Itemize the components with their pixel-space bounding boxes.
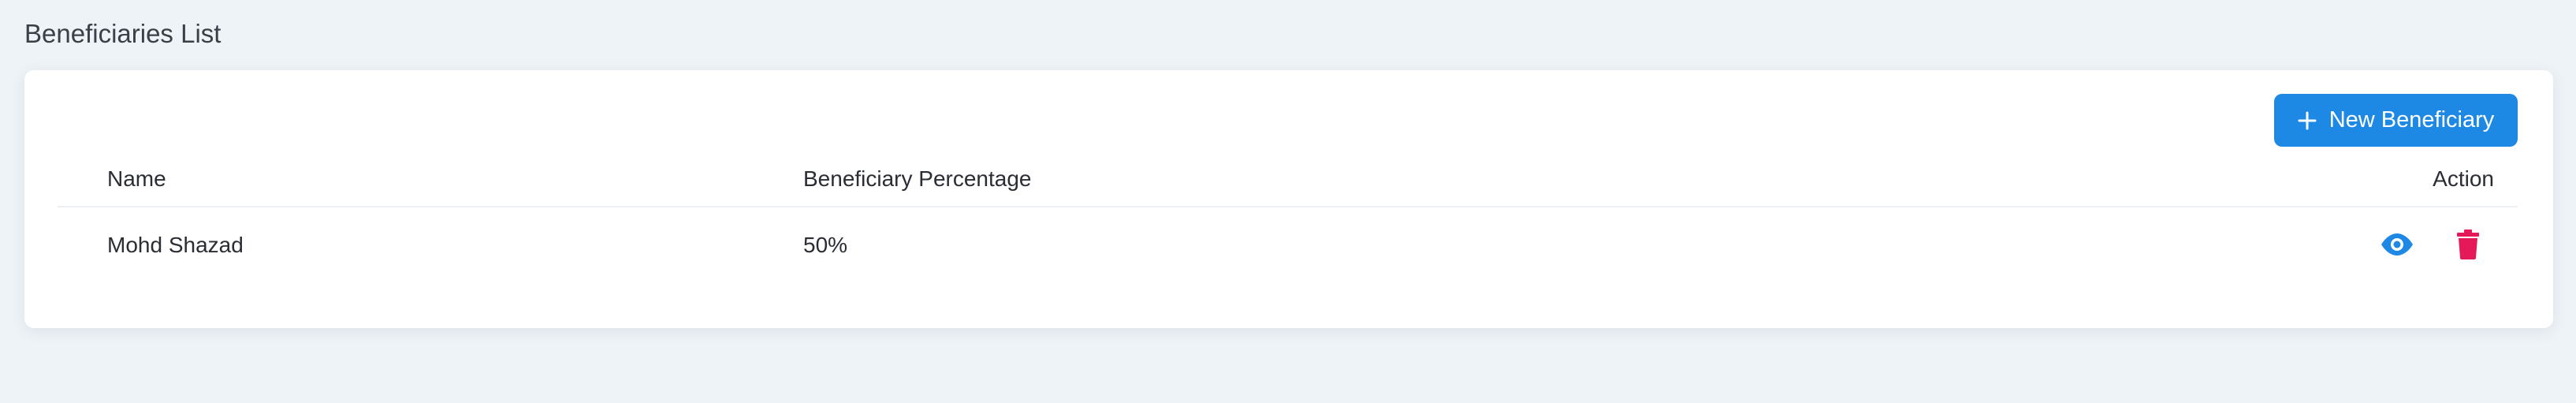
new-beneficiary-label: New Beneficiary	[2328, 107, 2495, 132]
table-header: Name Beneficiary Percentage Action	[58, 163, 2518, 207]
beneficiaries-card: New Beneficiary Name Beneficiary Percent…	[24, 70, 2553, 328]
eye-icon[interactable]	[2379, 226, 2415, 263]
column-header-action: Action	[2433, 166, 2494, 191]
page-title: Beneficiaries List	[24, 19, 221, 48]
trash-icon[interactable]	[2450, 226, 2486, 263]
beneficiary-percentage: 50%	[803, 233, 848, 257]
table-row: Mohd Shazad 50%	[58, 209, 2518, 280]
new-beneficiary-button[interactable]: New Beneficiary	[2274, 94, 2518, 147]
plus-icon	[2298, 111, 2317, 130]
column-header-percentage: Beneficiary Percentage	[803, 166, 1032, 191]
column-header-name: Name	[107, 166, 166, 191]
row-actions	[2379, 226, 2486, 263]
beneficiary-name: Mohd Shazad	[107, 233, 244, 257]
